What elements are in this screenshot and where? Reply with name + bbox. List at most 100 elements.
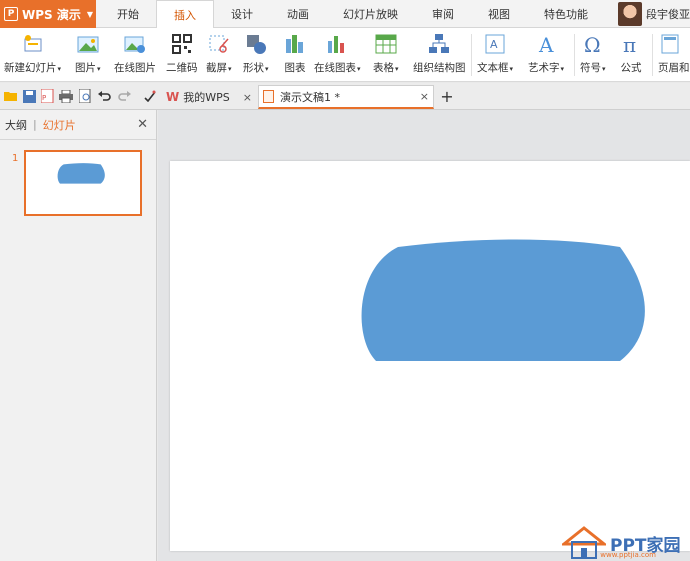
qrcode-label: 二维码 <box>166 62 198 74</box>
undo-icon[interactable] <box>97 89 111 103</box>
textbox-icon: A <box>483 32 507 56</box>
save-icon[interactable] <box>22 89 36 103</box>
org-chart-label: 组织结构图 <box>413 62 466 74</box>
formula-label: 公式 <box>620 62 642 74</box>
print-preview-icon[interactable] <box>78 89 92 103</box>
ribbon-divider <box>471 34 472 76</box>
slide-canvas[interactable] <box>170 161 690 551</box>
chart-button[interactable]: 图表 <box>283 30 307 80</box>
screenshot-label: 截屏 <box>206 62 227 74</box>
customize-toolbar-icon[interactable] <box>143 89 157 103</box>
app-menu-button[interactable]: P WPS 演示 ▼ <box>0 0 96 28</box>
user-name: 段宇俊亚 <box>646 8 690 21</box>
user-account[interactable]: 段宇俊亚 <box>618 0 690 28</box>
tab-insert[interactable]: 插入 <box>156 0 214 29</box>
org-chart-icon <box>427 32 451 56</box>
picture-icon <box>76 32 100 56</box>
tab-presentation-1-label: 演示文稿1 * <box>280 90 340 104</box>
omega-icon: Ω <box>581 32 605 56</box>
tab-review[interactable]: 审阅 <box>415 0 471 28</box>
close-icon[interactable]: × <box>243 91 252 104</box>
online-picture-label: 在线图片 <box>114 62 156 74</box>
app-name: WPS 演示 <box>22 7 81 22</box>
svg-text:π: π <box>623 33 636 55</box>
table-label: 表格 <box>373 62 394 74</box>
tab-slideshow[interactable]: 幻灯片放映 <box>326 0 415 28</box>
symbol-button[interactable]: Ω 符号▾ <box>580 30 606 80</box>
online-chart-button[interactable]: 在线图表▾ <box>314 30 361 80</box>
avatar[interactable] <box>618 2 642 26</box>
tab-design[interactable]: 设计 <box>214 0 270 28</box>
svg-text:A: A <box>490 38 498 51</box>
thumbnail-shape <box>57 163 105 184</box>
textbox-button[interactable]: A 文本框▾ <box>477 30 513 80</box>
new-slide-icon <box>21 32 45 56</box>
presentation-file-icon <box>263 90 274 103</box>
ribbon-divider <box>574 34 575 76</box>
ribbon-tabs: 开始 插入 设计 动画 幻灯片放映 审阅 视图 特色功能 <box>100 0 605 29</box>
tab-special-features[interactable]: 特色功能 <box>527 0 605 28</box>
screenshot-button[interactable]: 截屏▾ <box>206 30 232 80</box>
picture-label: 图片 <box>75 62 96 74</box>
qrcode-button[interactable]: 二维码 <box>166 30 198 80</box>
slide-panel: 大纲 | 幻灯片 ✕ 1 <box>0 110 157 561</box>
picture-button[interactable]: 图片▾ <box>75 30 101 80</box>
shapes-icon <box>244 32 268 56</box>
slide-thumbnail[interactable] <box>24 150 142 216</box>
slide-number: 1 <box>12 153 19 164</box>
shapes-button[interactable]: 形状▾ <box>243 30 269 80</box>
tab-presentation-1[interactable]: 演示文稿1 * × <box>258 85 434 109</box>
formula-button[interactable]: π 公式 <box>619 30 643 80</box>
redo-icon[interactable] <box>117 89 131 103</box>
qrcode-icon <box>170 32 194 56</box>
header-footer-button[interactable]: 页眉和 <box>658 30 690 80</box>
bar-chart-icon <box>283 32 307 56</box>
wps-logo-icon: P <box>4 7 18 21</box>
svg-text:A: A <box>538 33 554 55</box>
new-tab-button[interactable]: + <box>439 87 455 106</box>
symbol-label: 符号 <box>580 62 601 74</box>
shapes-label: 形状 <box>243 62 264 74</box>
header-footer-icon <box>658 32 682 56</box>
print-icon[interactable] <box>59 89 73 103</box>
online-chart-label: 在线图表 <box>314 62 356 74</box>
close-icon[interactable]: × <box>420 90 429 103</box>
wordart-icon: A <box>534 32 558 56</box>
ribbon-divider <box>652 34 653 76</box>
svg-text:Ω: Ω <box>584 33 601 55</box>
online-chart-icon <box>325 32 349 56</box>
org-chart-button[interactable]: 组织结构图 <box>413 30 466 80</box>
wordart-button[interactable]: A 艺术字▾ <box>528 30 564 80</box>
tab-view[interactable]: 视图 <box>471 0 527 28</box>
wps-w-icon: W <box>166 90 180 104</box>
new-slide-button[interactable]: 新建幻灯片▾ <box>4 30 61 80</box>
quick-access-toolbar: P W 我的WPS × 演示文稿1 * × + <box>0 83 690 110</box>
watermark-url: www.pptjia.com <box>600 551 656 559</box>
watermark: PPT家园 www.pptjia.com <box>562 525 690 561</box>
tab-home[interactable]: 开始 <box>100 0 156 28</box>
table-icon <box>374 32 398 56</box>
export-pdf-icon[interactable]: P <box>40 89 54 103</box>
chart-label: 图表 <box>284 62 306 74</box>
panel-header: 大纲 | 幻灯片 ✕ <box>0 110 156 140</box>
tab-outline[interactable]: 大纲 <box>5 117 27 133</box>
new-slide-label: 新建幻灯片 <box>4 62 57 74</box>
slide-editor: PPT家园 www.pptjia.com <box>158 110 690 561</box>
online-picture-icon <box>123 32 147 56</box>
tab-my-wps-label: 我的WPS <box>183 91 230 104</box>
ribbon-insert: 新建幻灯片▾ 图片▾ 在线图片 二维码 截屏▾ 形状▾ 图表 在线图表▾ 表格▾… <box>0 28 690 82</box>
wordart-label: 艺术字 <box>528 62 560 74</box>
open-folder-icon[interactable] <box>4 89 18 103</box>
header-footer-label: 页眉和 <box>658 62 690 74</box>
table-button[interactable]: 表格▾ <box>373 30 399 80</box>
svg-text:P: P <box>42 94 46 102</box>
chevron-down-icon: ▼ <box>86 9 94 19</box>
rounded-shape[interactable] <box>358 239 646 363</box>
tab-animation[interactable]: 动画 <box>270 0 326 28</box>
close-icon[interactable]: ✕ <box>137 117 148 132</box>
tab-my-wps[interactable]: W 我的WPS × <box>162 85 254 109</box>
online-picture-button[interactable]: 在线图片 <box>114 30 156 80</box>
tab-slides[interactable]: 幻灯片 <box>43 117 76 133</box>
pi-icon: π <box>619 32 643 56</box>
scissors-icon <box>207 32 231 56</box>
